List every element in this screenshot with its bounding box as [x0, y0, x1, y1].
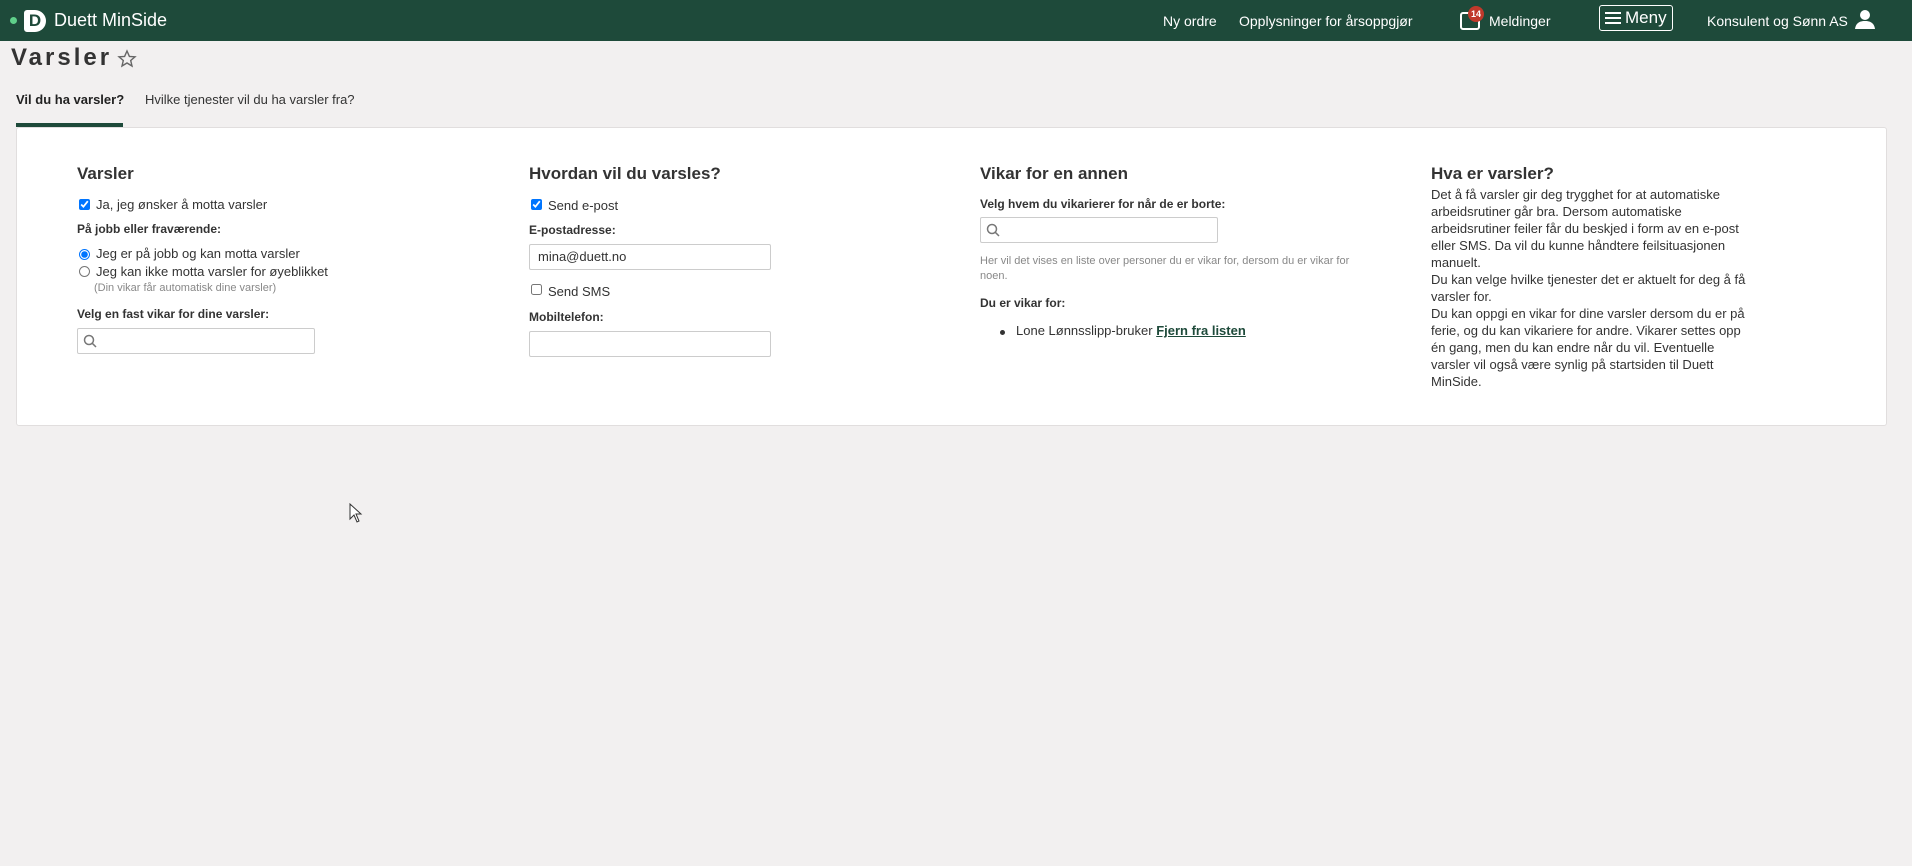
top-bar: D Duett MinSide Ny ordre Opplysninger fo… — [0, 0, 1912, 41]
info-title: Hva er varsler? — [1431, 164, 1554, 183]
top-nav: Ny ordre Opplysninger for årsoppgjør 14 … — [0, 0, 1912, 41]
nav-messages[interactable]: Meldinger — [1489, 13, 1550, 29]
user-icon[interactable] — [1854, 8, 1876, 30]
favorite-star-icon[interactable] — [117, 49, 137, 69]
sms-checkbox-label: Send SMS — [548, 284, 611, 299]
email-checkbox[interactable] — [531, 199, 542, 210]
away-hint: (Din vikar får automatisk dine varsler) — [94, 282, 277, 294]
radio-at-work[interactable] — [79, 249, 90, 260]
substitute-search-input[interactable] — [77, 328, 315, 354]
radio-away[interactable] — [79, 266, 90, 277]
alerts-title: Varsler — [77, 164, 134, 183]
settings-card: Varsler Ja, jeg ønsker å motta varsler P… — [16, 127, 1887, 426]
list-item: Lone Lønnsslipp-bruker Fjern fra listen — [1016, 323, 1246, 338]
info-paragraph-3: Du kan oppgi en vikar for dine varsler d… — [1431, 306, 1745, 389]
column-alerts: Varsler Ja, jeg ønsker å motta varsler P… — [77, 164, 328, 354]
phone-field[interactable] — [529, 331, 771, 357]
phone-label: Mobiltelefon: — [529, 310, 604, 324]
search-icon — [83, 334, 97, 348]
mouse-cursor-icon — [349, 503, 363, 523]
sms-checkbox[interactable] — [531, 284, 542, 295]
email-checkbox-label: Send e-post — [548, 198, 619, 213]
tab-want-alerts[interactable]: Vil du ha varsler? — [16, 92, 124, 107]
radio-at-work-label: Jeg er på jobb og kan motta varsler — [96, 246, 300, 261]
menu-label: Meny — [1625, 8, 1667, 27]
nav-year-info[interactable]: Opplysninger for årsoppgjør — [1239, 13, 1413, 29]
how-title: Hvordan vil du varsles? — [529, 164, 721, 183]
page-title: Varsler — [11, 44, 113, 71]
substitute-hint: Her vil det vises en liste over personer… — [980, 255, 1350, 282]
remove-from-list-link[interactable]: Fjern fra listen — [1156, 323, 1246, 338]
presence-label: På jobb eller fraværende: — [77, 222, 222, 236]
tab-alert-services[interactable]: Hvilke tjenester vil du ha varsler fra? — [145, 92, 355, 107]
list-bullet — [1000, 330, 1005, 335]
info-text: Det å få varsler gir deg trygghet for at… — [1431, 186, 1751, 390]
email-field[interactable]: mina@duett.no — [529, 244, 771, 270]
opt-in-label: Ja, jeg ønsker å motta varsler — [96, 197, 268, 212]
info-paragraph-1: Det å få varsler gir deg trygghet for at… — [1431, 187, 1739, 270]
info-paragraph-2: Du kan velge hvilke tjenester det er akt… — [1431, 272, 1746, 304]
substitute-label: Velg en fast vikar for dine varsler: — [77, 307, 270, 321]
select-person-label: Velg hvem du vikarierer for når de er bo… — [980, 197, 1226, 211]
radio-away-label: Jeg kan ikke motta varsler for øyeblikke… — [96, 264, 328, 279]
email-label: E-postadresse: — [529, 223, 616, 237]
hamburger-icon — [1605, 9, 1621, 27]
messages-badge: 14 — [1468, 6, 1484, 22]
nav-new-order[interactable]: Ny ordre — [1163, 13, 1217, 29]
search-icon — [986, 223, 1000, 237]
substitute-title: Vikar for en annen — [980, 164, 1129, 183]
company-name[interactable]: Konsulent og Sønn AS — [1707, 13, 1848, 29]
column-info: Hva er varsler? Det å få varsler gir deg… — [1431, 164, 1745, 389]
column-substitute: Vikar for en annen Velg hvem du vikarier… — [980, 164, 1349, 338]
column-how: Hvordan vil du varsles? Send e-post E-po… — [529, 164, 771, 357]
opt-in-checkbox[interactable] — [79, 199, 90, 210]
person-search-input[interactable] — [980, 217, 1218, 243]
substitute-person: Lone Lønnsslipp-bruker — [1016, 323, 1153, 338]
you-are-substitute-label: Du er vikar for: — [980, 296, 1066, 310]
menu-button[interactable]: Meny — [1599, 5, 1673, 31]
